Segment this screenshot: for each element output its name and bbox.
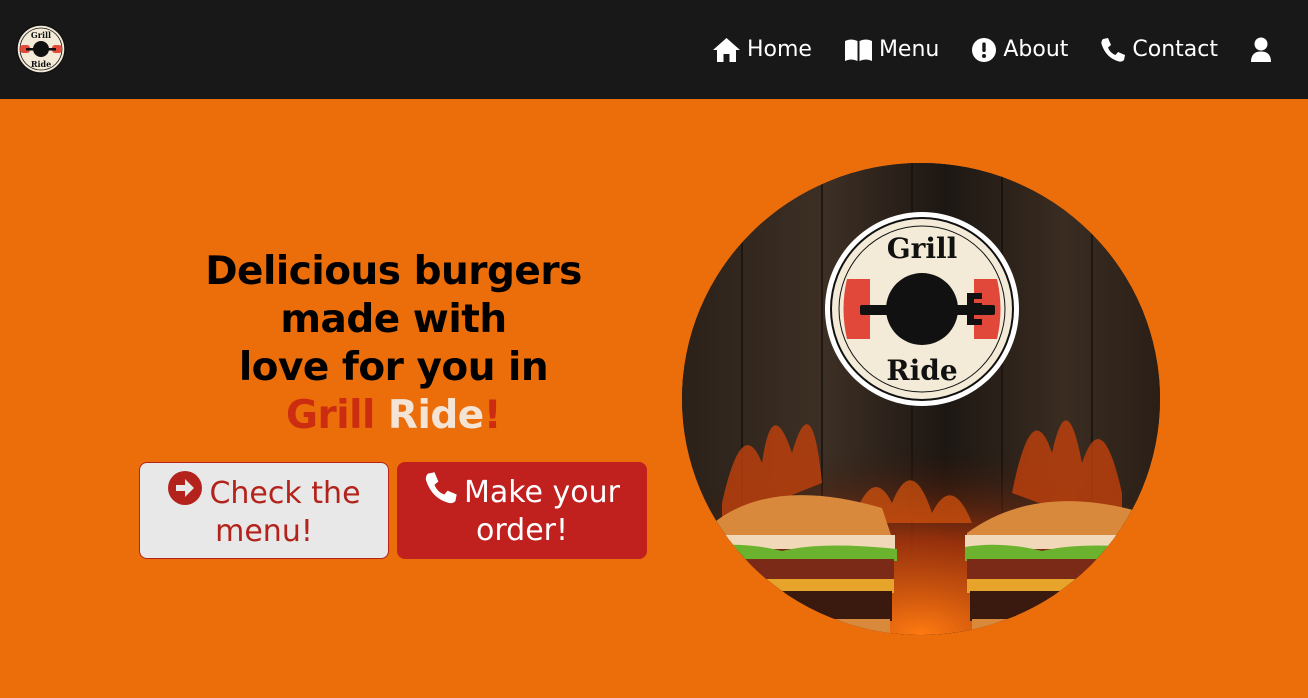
hero-headline: Delicious burgers made with love for you… — [140, 248, 647, 440]
site-logo[interactable]: Grill Ride — [16, 24, 66, 74]
nav-item-label: Menu — [878, 37, 940, 62]
phone-icon — [425, 472, 457, 504]
user-account-button[interactable] — [1250, 37, 1278, 63]
navbar: Grill Ride Home Menu About Contact — [0, 0, 1308, 99]
make-order-button[interactable]: Make your order! — [397, 462, 647, 559]
nav-item-label: About — [1003, 37, 1069, 62]
nav-item-about[interactable]: About — [971, 37, 1068, 63]
check-menu-label-2: menu! — [215, 514, 313, 549]
logo-bottom-text: Ride — [31, 59, 51, 69]
burger-illustration: Grill Ride — [682, 163, 1160, 635]
hero-line-2: made with — [280, 297, 507, 342]
nav-item-home[interactable]: Home — [712, 37, 812, 63]
hero-brand-line: Grill Ride! — [140, 392, 647, 440]
brand-word-grill: Grill — [285, 393, 375, 438]
exclamation-circle-icon — [972, 37, 997, 62]
badge-bottom-text: Ride — [886, 354, 957, 387]
user-icon — [1251, 37, 1271, 62]
grill-ride-badge: Grill Ride — [825, 212, 1019, 406]
logo-top-text: Grill — [31, 30, 51, 40]
nav-item-contact[interactable]: Contact — [1100, 37, 1218, 63]
make-order-label-2: order! — [475, 513, 569, 548]
check-menu-button[interactable]: Check the menu! — [139, 462, 389, 559]
hero-burger-image: Grill Ride — [682, 163, 1160, 635]
phone-icon — [1101, 37, 1126, 62]
nav-item-label: Contact — [1132, 37, 1218, 62]
arrow-circle-right-icon — [168, 471, 203, 505]
nav-item-label: Home — [746, 37, 812, 62]
brand-exclamation: ! — [483, 393, 502, 438]
logo-icon: Grill Ride — [16, 24, 66, 74]
home-icon — [712, 37, 740, 62]
brand-word-ride: Ride — [387, 393, 484, 438]
right-burger — [965, 501, 1160, 635]
hero-line-1: Delicious burgers — [205, 249, 582, 294]
book-icon — [844, 39, 872, 61]
make-order-label-1: Make your — [463, 475, 621, 510]
badge-top-text: Grill — [887, 232, 958, 265]
check-menu-label-1: Check the — [209, 476, 361, 511]
left-burger — [700, 495, 897, 635]
nav-item-menu[interactable]: Menu — [844, 37, 939, 62]
hero-line-3: love for you in — [238, 345, 549, 390]
nav-links: Home Menu About Contact — [712, 0, 1308, 99]
